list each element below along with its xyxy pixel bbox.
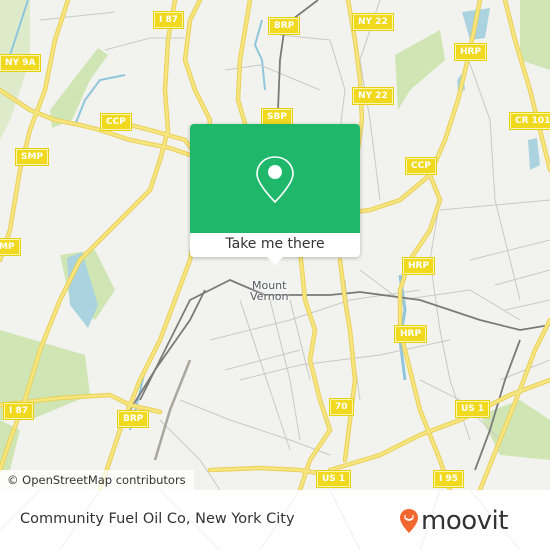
road-shield-i87: I 87	[154, 12, 184, 28]
road-shield-i87-2: I 87	[4, 403, 34, 419]
road-shield-ccp: CCP	[101, 114, 131, 130]
road-shield-smp-2: MP	[0, 239, 20, 255]
road-shield-hrp-3: HRP	[395, 326, 427, 342]
road-local	[298, 248, 332, 490]
minor-road	[239, 339, 451, 381]
road-shield-hrp: HRP	[455, 44, 487, 60]
minor-road	[104, 37, 185, 51]
road-shield-hrp-2: HRP	[403, 258, 435, 274]
road-shield-us1-2: US 1	[317, 471, 351, 487]
minor-road	[469, 239, 550, 261]
take-me-there-button[interactable]: Take me there	[190, 233, 360, 257]
road-shield-ccp-2: CCP	[406, 158, 436, 174]
railway	[277, 0, 319, 111]
minor-road	[464, 49, 521, 301]
popup-header[interactable]	[190, 124, 360, 233]
road-shield-ny9a: NY 9A	[0, 55, 41, 71]
road-shield-cr101: CR 101	[510, 113, 550, 129]
park-area	[520, 0, 550, 70]
road-shield-70: 70	[330, 399, 353, 415]
minor-road	[239, 299, 291, 451]
moovit-pin-smile-icon	[400, 509, 418, 533]
road-shield-sbp: SBP	[262, 109, 292, 125]
map-attribution[interactable]: © OpenStreetMap contributors	[0, 470, 194, 490]
park-area	[395, 30, 445, 110]
place-title: Community Fuel Oil Co, New York City	[20, 511, 295, 527]
road-shield-ny22: NY 22	[353, 14, 393, 30]
place-label-mount-vernon: Mount Vernon	[250, 280, 288, 302]
minor-road	[504, 299, 550, 311]
lake	[528, 138, 540, 170]
minor-road	[39, 11, 116, 21]
road-shield-brp-2: BRP	[118, 411, 149, 427]
minor-road	[179, 399, 331, 456]
road-shield-us1: US 1	[456, 401, 490, 417]
location-popup: Take me there	[190, 124, 360, 265]
place-label-line: Vernon	[250, 290, 289, 303]
road-shield-smp: SMP	[16, 149, 49, 165]
map-pin-icon	[256, 156, 294, 204]
moovit-logo[interactable]: moovit	[399, 504, 508, 538]
popup-pointer	[267, 257, 283, 265]
moovit-wordmark: moovit	[421, 506, 508, 536]
road-shield-i95: I 95	[434, 471, 464, 487]
road-shield-brp: BRP	[269, 18, 300, 34]
river	[253, 19, 266, 91]
railway	[129, 289, 206, 411]
minor-road	[494, 269, 550, 286]
road-shield-ny22-2: NY 22	[353, 88, 393, 104]
